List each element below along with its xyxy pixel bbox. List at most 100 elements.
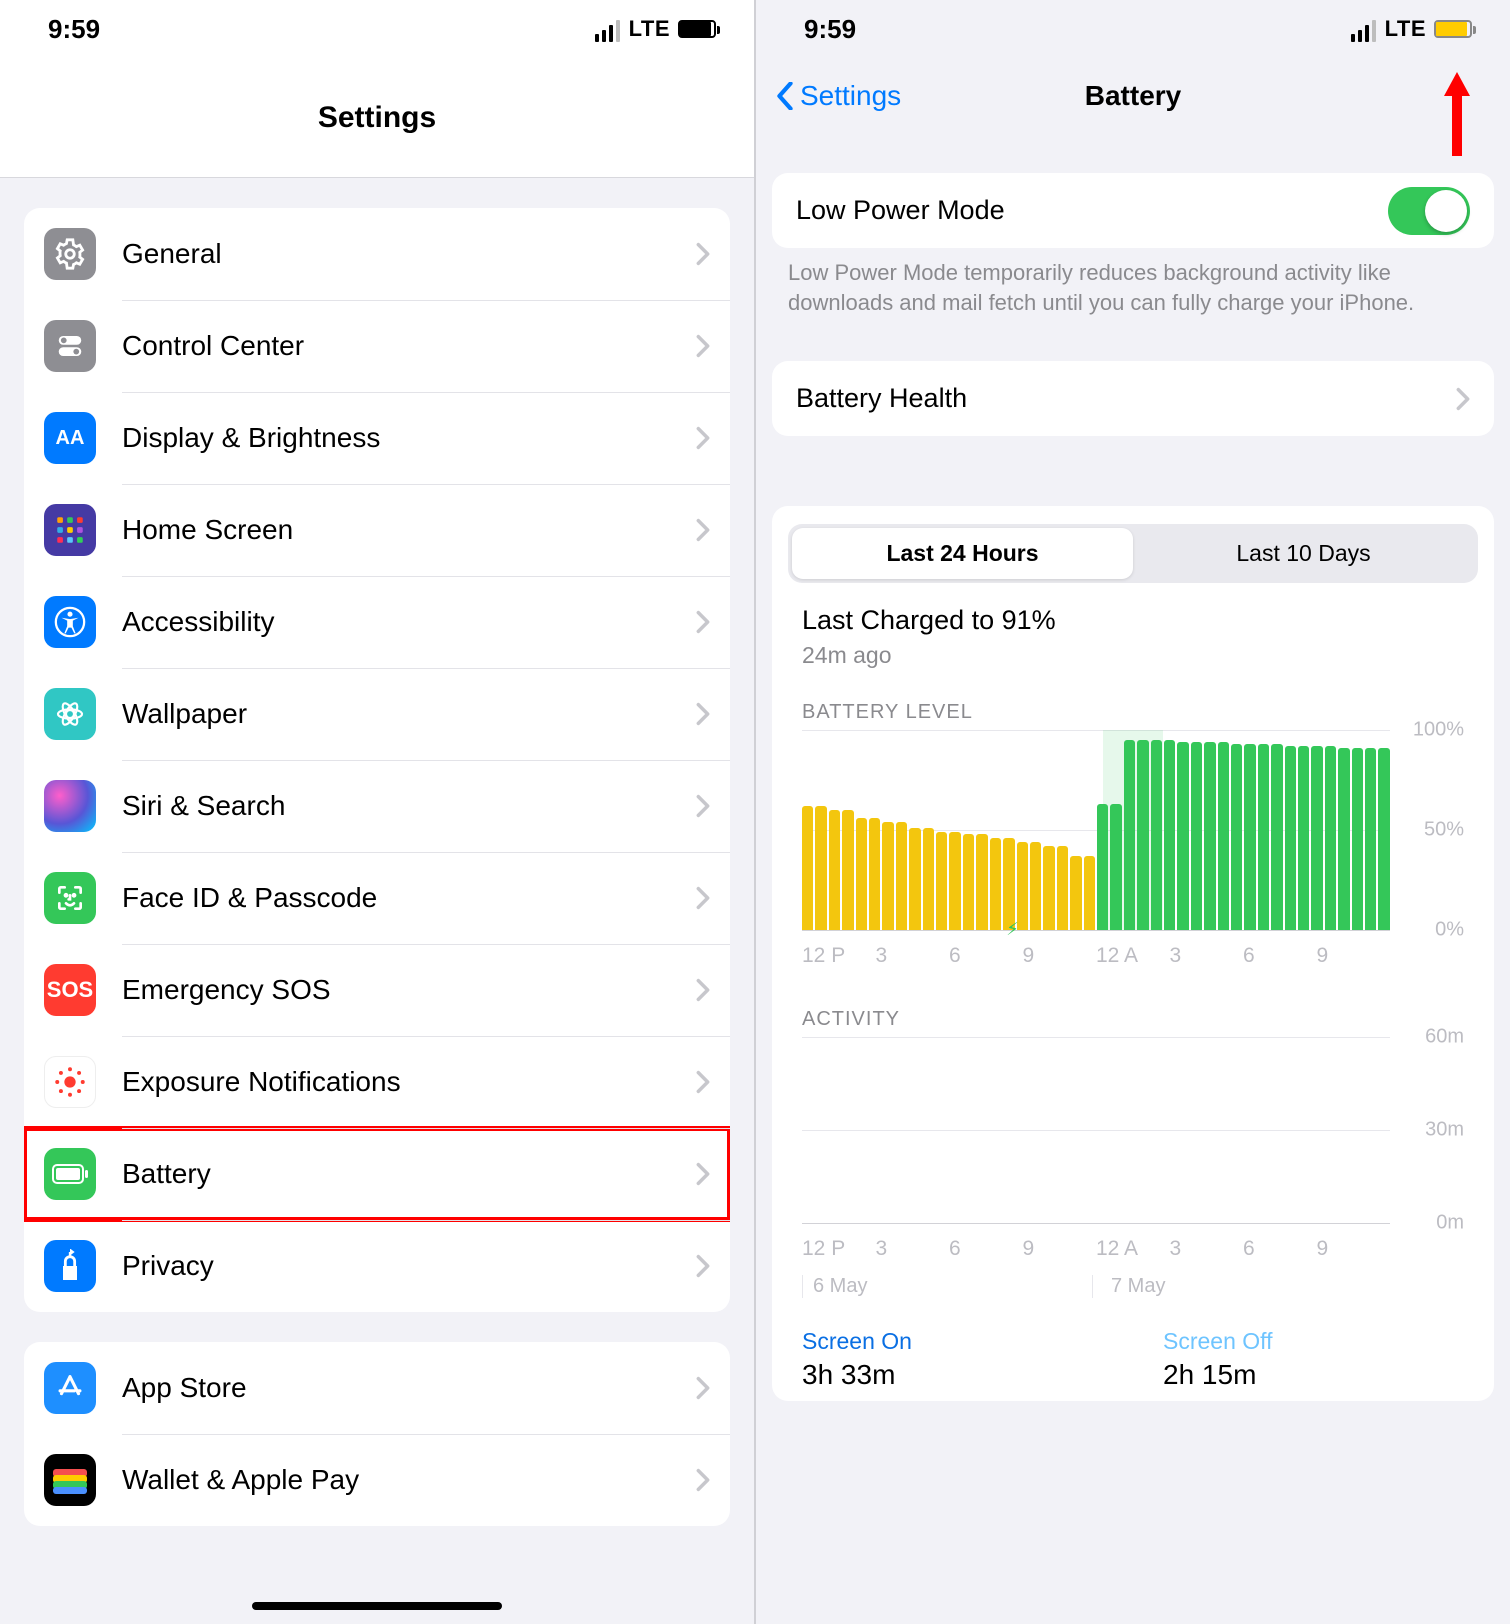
row-label: General <box>122 238 696 270</box>
settings-row-face-id[interactable]: Face ID & Passcode <box>24 852 730 944</box>
battery-level-chart: 100% 50% 0% ⚡︎ <box>802 730 1464 930</box>
network-label: LTE <box>1385 16 1426 42</box>
status-time: 9:59 <box>804 14 856 45</box>
row-label: Privacy <box>122 1250 696 1282</box>
lpm-description: Low Power Mode temporarily reduces backg… <box>788 258 1478 317</box>
exposure-icon <box>44 1056 96 1108</box>
chevron-right-icon <box>1456 387 1470 411</box>
date-a: 6 May <box>802 1275 1092 1298</box>
settings-row-app-store[interactable]: App Store <box>24 1342 730 1434</box>
screen-totals: Screen On 3h 33m Screen Off 2h 15m <box>802 1328 1464 1391</box>
settings-row-wallpaper[interactable]: Wallpaper <box>24 668 730 760</box>
chevron-right-icon <box>696 518 710 542</box>
settings-row-wallet[interactable]: Wallet & Apple Pay <box>24 1434 730 1526</box>
settings-list-1: General Control Center AA Display & Brig… <box>24 208 730 1312</box>
seg-last-10d[interactable]: Last 10 Days <box>1133 528 1474 579</box>
accessibility-icon <box>44 596 96 648</box>
back-label: Settings <box>800 80 901 112</box>
usage-card: Last 24 Hours Last 10 Days Last Charged … <box>772 506 1494 1401</box>
row-label: Home Screen <box>122 514 696 546</box>
battery-icon <box>678 20 716 38</box>
settings-row-display[interactable]: AA Display & Brightness <box>24 392 730 484</box>
app-store-icon <box>44 1362 96 1414</box>
lpm-toggle[interactable] <box>1388 187 1470 235</box>
settings-row-accessibility[interactable]: Accessibility <box>24 576 730 668</box>
settings-row-home-screen[interactable]: Home Screen <box>24 484 730 576</box>
chevron-right-icon <box>696 978 710 1002</box>
y-label: 100% <box>1413 719 1464 742</box>
screen-on-val: 3h 33m <box>802 1359 1103 1391</box>
screen-on-total: Screen On 3h 33m <box>802 1328 1103 1391</box>
status-bar: 9:59 LTE <box>756 0 1510 58</box>
screen-on-cap: Screen On <box>802 1328 1103 1355</box>
nav-bar: Settings <box>0 58 754 178</box>
row-label: Accessibility <box>122 606 696 638</box>
chevron-right-icon <box>696 610 710 634</box>
settings-row-general[interactable]: General <box>24 208 730 300</box>
y-label: 60m <box>1425 1026 1464 1049</box>
last-charged-sub: 24m ago <box>802 642 1464 669</box>
date-labels: 6 May 7 May <box>802 1275 1390 1298</box>
row-label: Display & Brightness <box>122 422 696 454</box>
settings-row-siri[interactable]: Siri & Search <box>24 760 730 852</box>
wallet-icon <box>44 1454 96 1506</box>
battery-health-row[interactable]: Battery Health <box>772 361 1494 436</box>
activity-caption: ACTIVITY <box>802 1008 1464 1031</box>
settings-row-battery[interactable]: Battery <box>24 1128 730 1220</box>
network-label: LTE <box>629 16 670 42</box>
back-button[interactable]: Settings <box>776 80 901 112</box>
row-label: Exposure Notifications <box>122 1066 696 1098</box>
screen-off-val: 2h 15m <box>1163 1359 1464 1391</box>
chevron-right-icon <box>696 886 710 910</box>
low-power-mode-card: Low Power Mode <box>772 173 1494 248</box>
home-screen-icon <box>44 504 96 556</box>
row-label: Emergency SOS <box>122 974 696 1006</box>
settings-row-sos[interactable]: SOS Emergency SOS <box>24 944 730 1036</box>
status-bar: 9:59 LTE <box>0 0 754 58</box>
settings-row-control-center[interactable]: Control Center <box>24 300 730 392</box>
display-icon: AA <box>44 412 96 464</box>
settings-row-exposure[interactable]: Exposure Notifications <box>24 1036 730 1128</box>
chevron-right-icon <box>696 426 710 450</box>
time-range-segmented[interactable]: Last 24 Hours Last 10 Days <box>788 524 1478 583</box>
seg-last-24h[interactable]: Last 24 Hours <box>792 528 1133 579</box>
battery-health-label: Battery Health <box>796 383 1456 414</box>
control-center-icon <box>44 320 96 372</box>
settings-screen: 9:59 LTE Settings General Control Center… <box>0 0 756 1624</box>
chevron-right-icon <box>696 1254 710 1278</box>
x-axis-labels: 12 P36912 A369 <box>802 944 1390 968</box>
settings-row-privacy[interactable]: Privacy <box>24 1220 730 1312</box>
chevron-right-icon <box>696 702 710 726</box>
chevron-right-icon <box>696 1162 710 1186</box>
general-icon <box>44 228 96 280</box>
settings-list-2: App Store Wallet & Apple Pay <box>24 1342 730 1526</box>
battery-level-caption: BATTERY LEVEL <box>802 701 1464 724</box>
chevron-right-icon <box>696 1376 710 1400</box>
row-label: Control Center <box>122 330 696 362</box>
siri-icon <box>44 780 96 832</box>
y-label: 0% <box>1435 919 1464 942</box>
last-charged-title: Last Charged to 91% <box>802 605 1464 636</box>
low-power-mode-row[interactable]: Low Power Mode <box>772 173 1494 248</box>
row-label: Wallet & Apple Pay <box>122 1464 696 1496</box>
chevron-right-icon <box>696 1468 710 1492</box>
battery-screen: 9:59 LTE Settings Battery Low Power Mode <box>756 0 1510 1624</box>
chevron-right-icon <box>696 242 710 266</box>
nav-bar: Settings Battery <box>756 58 1510 133</box>
x-axis-labels: 12 P36912 A369 <box>802 1237 1390 1261</box>
battery-icon <box>44 1148 96 1200</box>
page-title: Settings <box>318 101 436 135</box>
lightning-icon: ⚡︎ <box>1006 919 1019 940</box>
y-label: 50% <box>1424 819 1464 842</box>
row-label: Wallpaper <box>122 698 696 730</box>
last-charged-summary: Last Charged to 91% 24m ago <box>802 605 1464 669</box>
privacy-icon <box>44 1240 96 1292</box>
screen-off-cap: Screen Off <box>1163 1328 1464 1355</box>
y-label: 0m <box>1436 1212 1464 1235</box>
lpm-label: Low Power Mode <box>796 195 1388 226</box>
row-label: Face ID & Passcode <box>122 882 696 914</box>
face-id-icon <box>44 872 96 924</box>
home-indicator[interactable] <box>252 1602 502 1610</box>
chevron-right-icon <box>696 794 710 818</box>
y-label: 30m <box>1425 1119 1464 1142</box>
